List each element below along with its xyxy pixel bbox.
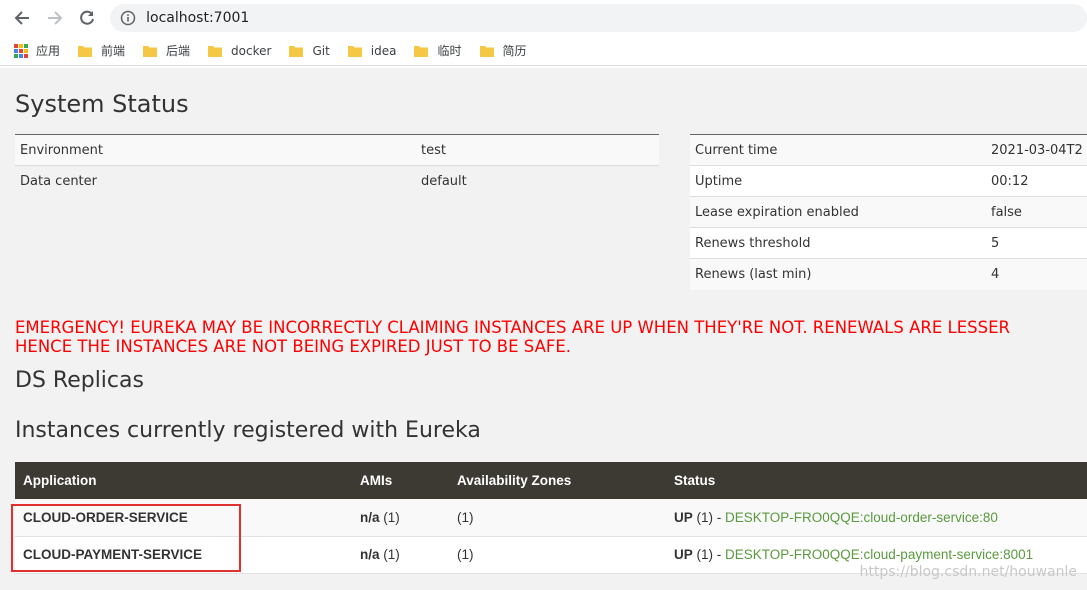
instance-link[interactable]: DESKTOP-FRO0QQE:cloud-order-service:80 — [725, 510, 998, 525]
column-header: Status — [666, 462, 1087, 499]
table-row: Uptime 00:12 — [690, 165, 1087, 197]
amis-cell: n/a (1) — [352, 536, 449, 574]
table-row: Current time 2021-03-04T2 — [690, 134, 1087, 166]
instance-link[interactable]: DESKTOP-FRO0QQE:cloud-payment-service:80… — [725, 547, 1033, 562]
folder-icon — [347, 45, 362, 57]
apps-grid-icon — [14, 43, 28, 58]
status-count: (1) - — [692, 547, 726, 562]
bookmark-apps[interactable]: 应用 — [14, 42, 60, 59]
info-icon[interactable] — [120, 10, 136, 26]
bookmark-label: 前端 — [101, 44, 126, 58]
url-text[interactable]: localhost:7001 — [146, 10, 249, 26]
folder-icon — [208, 45, 223, 57]
bookmark-folder[interactable]: docker — [208, 44, 271, 58]
zones-cell: (1) — [449, 499, 666, 537]
folder-icon — [143, 45, 158, 57]
bookmark-label: 后端 — [166, 44, 191, 58]
amis-count: (1) — [379, 547, 400, 562]
bookmark-label: Git — [312, 43, 330, 58]
amis-value: n/a — [360, 547, 380, 562]
folder-icon — [289, 45, 304, 57]
folder-icon — [414, 45, 429, 57]
value-cell: 00:12 — [986, 165, 1087, 197]
bookmark-label: 简历 — [502, 44, 527, 58]
instances-title: Instances currently registered with Eure… — [15, 418, 481, 443]
bookmark-folder[interactable]: idea — [347, 43, 397, 58]
key-cell: Uptime — [690, 165, 986, 197]
key-cell: Lease expiration enabled — [690, 196, 986, 228]
value-cell: 5 — [986, 227, 1087, 259]
key-cell: Renews threshold — [690, 227, 986, 259]
folder-icon — [78, 45, 93, 57]
table-header-row: Application AMIs Availability Zones Stat… — [15, 462, 1087, 499]
column-header: AMIs — [352, 462, 449, 499]
bookmark-folder[interactable]: 简历 — [479, 42, 527, 59]
arrow-right-icon — [47, 11, 62, 25]
browser-toolbar: localhost:7001 — [0, 0, 1087, 36]
emergency-warning: EMERGENCY! EUREKA MAY BE INCORRECTLY CLA… — [15, 318, 1087, 356]
table-row: Environment test — [15, 134, 659, 166]
environment-table: Environment test Data center default — [15, 134, 659, 197]
highlight-box — [11, 504, 241, 572]
amis-count: (1) — [379, 509, 400, 525]
value-cell: default — [416, 165, 659, 197]
value-cell: 4 — [986, 258, 1087, 290]
bookmarks-bar: 应用 前端 后端 docker Git idea 临时 简历 — [0, 36, 1087, 66]
value-cell: test — [416, 134, 659, 166]
replicas-title: DS Replicas — [15, 368, 144, 393]
value-cell: 2021-03-04T2 — [986, 134, 1087, 166]
reload-button[interactable] — [76, 7, 98, 29]
forward-button[interactable] — [44, 7, 66, 29]
status-value: UP — [674, 547, 693, 562]
bookmark-folder[interactable]: 临时 — [414, 42, 462, 59]
address-bar[interactable]: localhost:7001 — [110, 4, 1087, 32]
amis-cell: n/a (1) — [352, 499, 449, 537]
bookmark-label: 应用 — [36, 44, 61, 58]
folder-icon — [479, 45, 494, 57]
bookmark-label: idea — [370, 43, 397, 58]
zones-cell: (1) — [449, 536, 666, 574]
key-cell: Data center — [15, 165, 416, 197]
table-row: Lease expiration enabled false — [690, 196, 1087, 228]
value-cell: false — [986, 196, 1087, 228]
key-cell: Environment — [15, 134, 416, 166]
back-button[interactable] — [11, 7, 33, 29]
amis-value: n/a — [360, 509, 380, 525]
bookmark-label: 临时 — [437, 44, 462, 58]
bookmark-folder[interactable]: Git — [289, 43, 330, 58]
bookmark-folder[interactable]: 后端 — [143, 42, 190, 59]
column-header: Availability Zones — [449, 462, 666, 499]
bookmark-label: docker — [231, 43, 272, 58]
status-value: UP — [674, 509, 693, 525]
column-header: Application — [15, 462, 352, 499]
status-table: Current time 2021-03-04T2 Uptime 00:12 Lea… — [690, 134, 1087, 290]
watermark: https://blog.csdn.net/houwanle — [859, 564, 1077, 580]
page-title: System Status — [15, 90, 189, 118]
table-row: Renews threshold 5 — [690, 227, 1087, 259]
reload-icon — [80, 10, 95, 25]
status-count: (1) - — [692, 509, 726, 525]
table-row: Data center default — [15, 165, 659, 197]
status-cell: UP (1) - DESKTOP-FRO0QQE:cloud-order-ser… — [666, 499, 1087, 537]
emergency-line: HENCE THE INSTANCES ARE NOT BEING EXPIRE… — [15, 337, 572, 356]
emergency-line: EMERGENCY! EUREKA MAY BE INCORRECTLY CLA… — [15, 318, 1010, 337]
key-cell: Current time — [690, 134, 986, 166]
bookmark-folder[interactable]: 前端 — [78, 42, 125, 59]
page-content: System Status Environment test Data cent… — [0, 68, 1087, 590]
table-row: Renews (last min) 4 — [690, 258, 1087, 290]
arrow-left-icon — [14, 11, 29, 25]
key-cell: Renews (last min) — [690, 258, 986, 290]
